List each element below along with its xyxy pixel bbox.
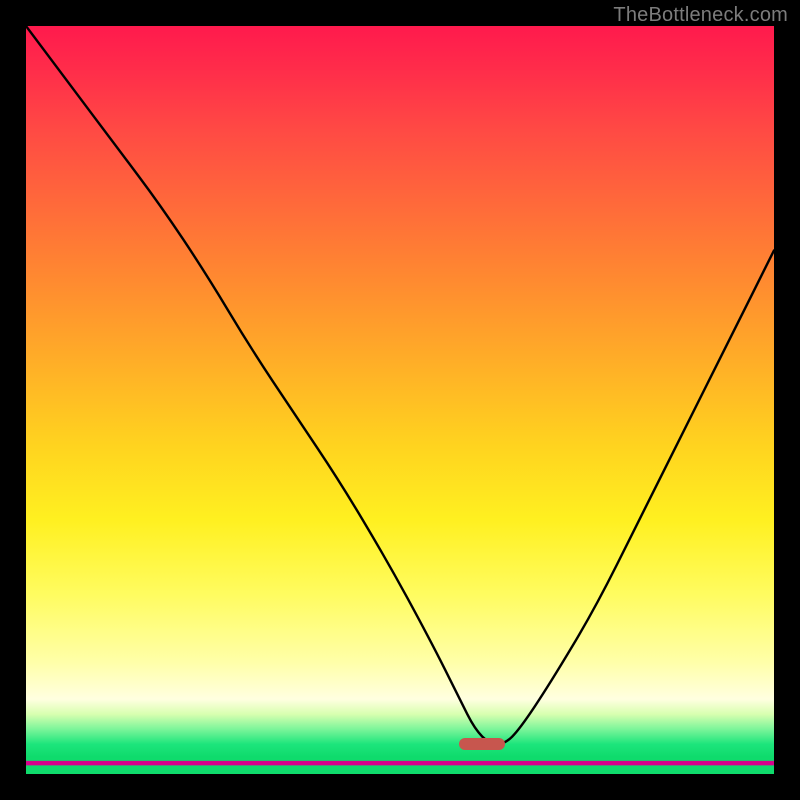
bottleneck-curve <box>26 26 774 774</box>
chart-frame: TheBottleneck.com <box>0 0 800 800</box>
plot-area <box>26 26 774 774</box>
valley-marker <box>459 738 505 750</box>
watermark-text: TheBottleneck.com <box>613 4 788 27</box>
